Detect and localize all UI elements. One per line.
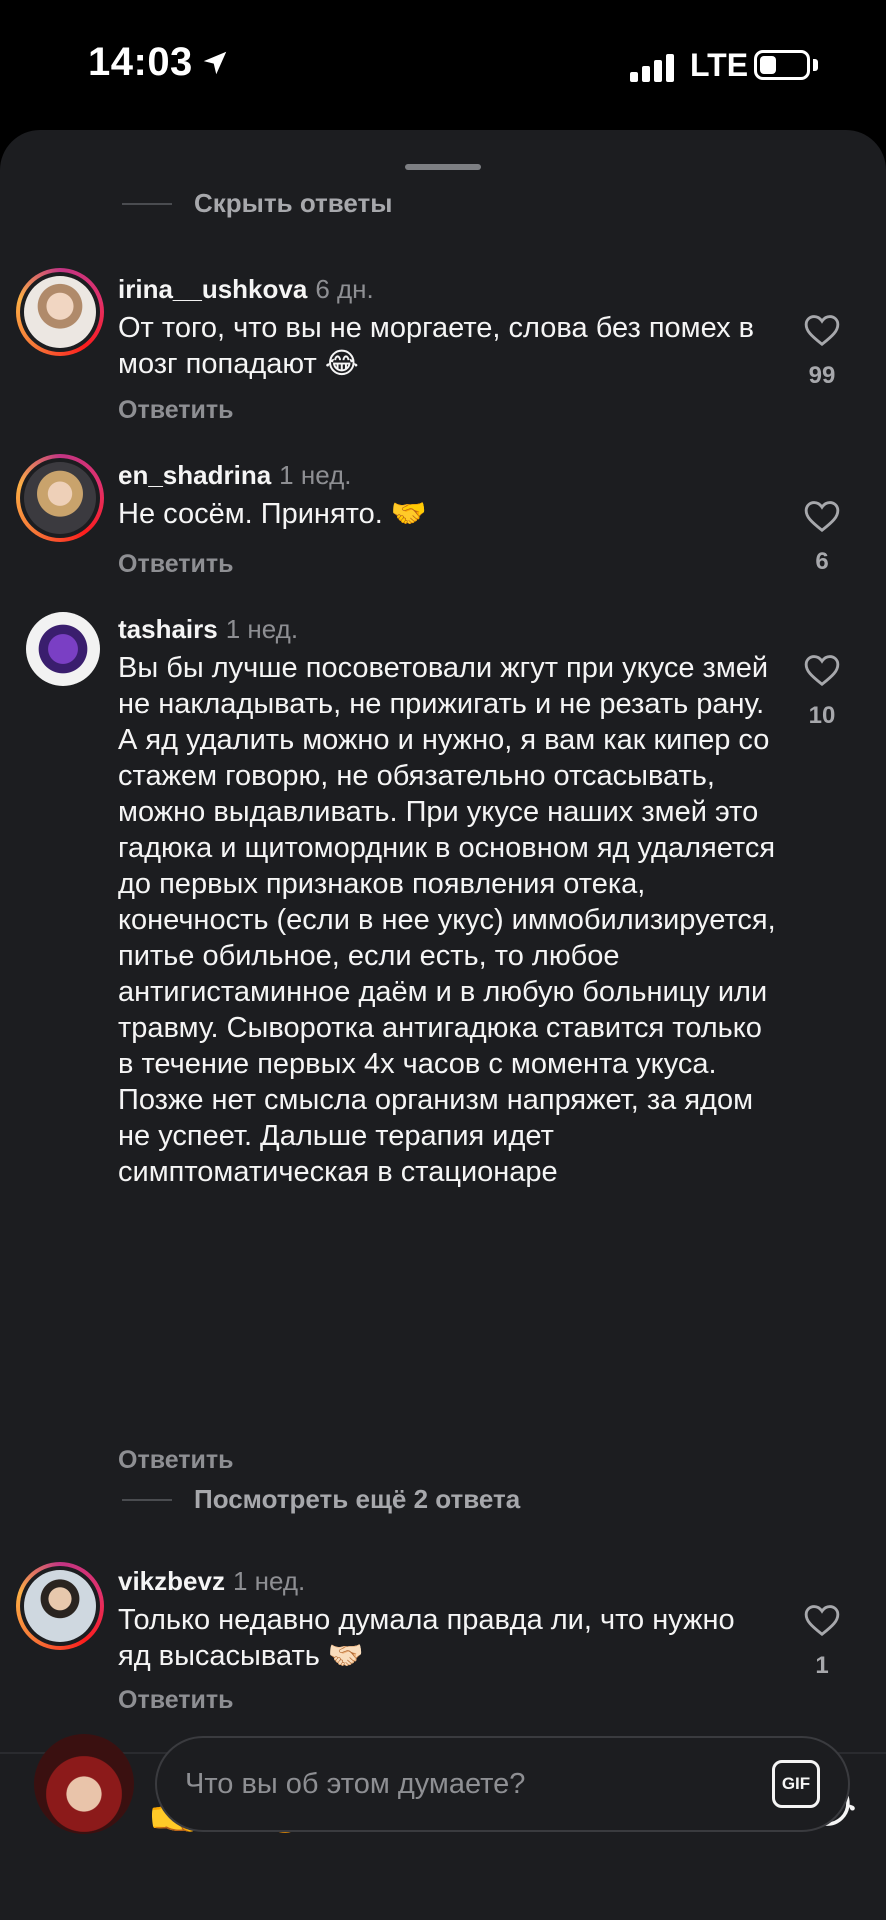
heart-icon	[804, 655, 840, 687]
battery-cap	[813, 59, 818, 71]
reply-button[interactable]: Ответить	[118, 1686, 234, 1715]
view-more-replies-label: Посмотреть ещё 2 ответа	[194, 1484, 521, 1514]
like-count: 6	[815, 548, 829, 575]
sheet-grabber[interactable]	[405, 164, 481, 170]
comment-text: От того, что вы не моргаете, слова без п…	[118, 312, 755, 380]
network-type: LTE	[690, 47, 749, 83]
comment-time: 6 дн.	[315, 274, 374, 304]
heart-icon	[804, 1605, 840, 1637]
avatar[interactable]	[16, 1562, 104, 1650]
comment-text: Только недавно думала правда ли, что нуж…	[118, 1604, 735, 1672]
comments-sheet: Скрыть ответы irina__ushkova 6 дн. От тог…	[0, 130, 886, 1920]
reply-button[interactable]: Ответить	[118, 396, 234, 425]
thread-line	[122, 1498, 172, 1501]
thread-line	[122, 202, 172, 205]
comment-text: Не сосём. Принято. 🤝	[118, 498, 427, 530]
status-time: 14:03	[88, 40, 193, 84]
comment-input[interactable]: Что вы об этом думаете? GIF	[155, 1736, 850, 1832]
hide-replies-label: Скрыть ответы	[194, 188, 393, 218]
comment-time: 1 нед.	[232, 1566, 306, 1596]
like-button[interactable]: 1	[794, 1602, 850, 1680]
gif-button[interactable]: GIF	[772, 1760, 820, 1808]
cellular-signal-icon	[630, 50, 674, 82]
status-bar: 14:03 LTE	[0, 0, 886, 130]
comment-time: 1 нед.	[279, 460, 352, 490]
hide-replies-button[interactable]: Скрыть ответы	[122, 188, 392, 219]
like-button[interactable]: 10	[794, 652, 850, 730]
avatar[interactable]	[16, 454, 104, 542]
heart-icon	[804, 315, 840, 347]
like-count: 99	[808, 362, 836, 389]
comment-text: Вы бы лучше посоветовали жгут при укусе …	[118, 652, 776, 1188]
location-arrow-icon	[203, 51, 227, 75]
battery-icon	[754, 50, 810, 80]
current-user-avatar	[34, 1734, 134, 1834]
reply-button[interactable]: Ответить	[118, 550, 234, 579]
like-button[interactable]: 6	[794, 498, 850, 576]
reply-button[interactable]: Ответить	[118, 1446, 234, 1475]
avatar[interactable]	[26, 612, 100, 686]
like-count: 1	[815, 1652, 829, 1679]
avatar[interactable]	[16, 268, 104, 356]
comment-username[interactable]: vikzbevz	[118, 1566, 225, 1596]
comment-username[interactable]: irina__ushkova	[118, 274, 307, 304]
like-button[interactable]: 99	[794, 312, 850, 390]
heart-icon	[804, 501, 840, 533]
comment-input-placeholder: Что вы об этом думаете?	[185, 1768, 526, 1800]
view-more-replies-button[interactable]: Посмотреть ещё 2 ответа	[122, 1484, 520, 1515]
comment-username[interactable]: en_shadrina	[118, 460, 271, 490]
comment-username[interactable]: tashairs	[118, 614, 218, 644]
comment-time: 1 нед.	[225, 614, 299, 644]
like-count: 10	[808, 702, 836, 729]
